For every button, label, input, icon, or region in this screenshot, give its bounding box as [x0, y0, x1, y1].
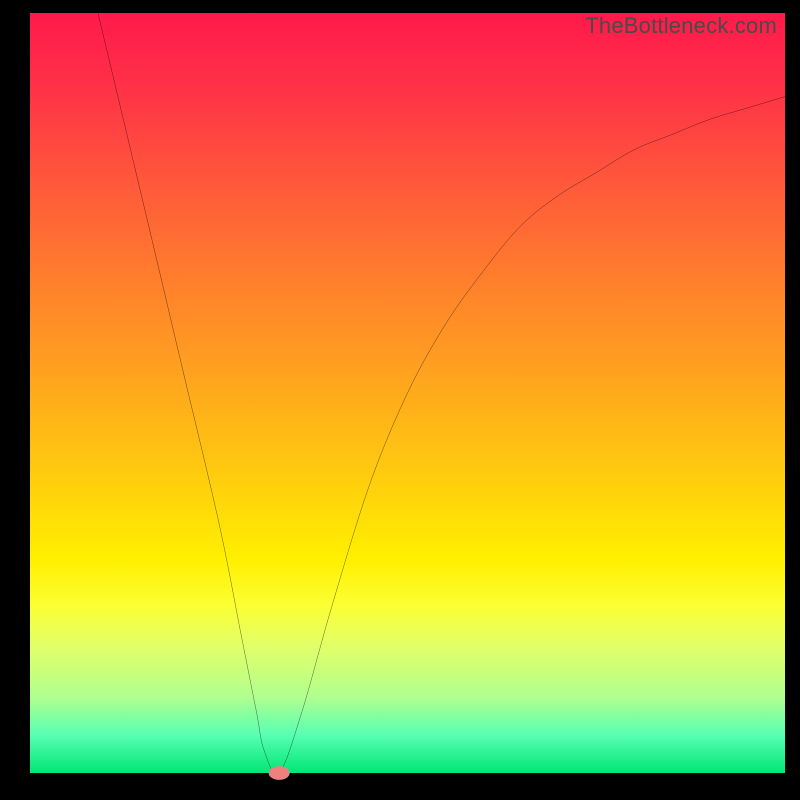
chart-plot-area: TheBottleneck.com	[30, 13, 785, 773]
curve-path	[98, 13, 785, 774]
bottleneck-curve	[30, 13, 785, 773]
chart-frame: TheBottleneck.com	[0, 0, 800, 800]
minimum-marker	[269, 766, 290, 780]
